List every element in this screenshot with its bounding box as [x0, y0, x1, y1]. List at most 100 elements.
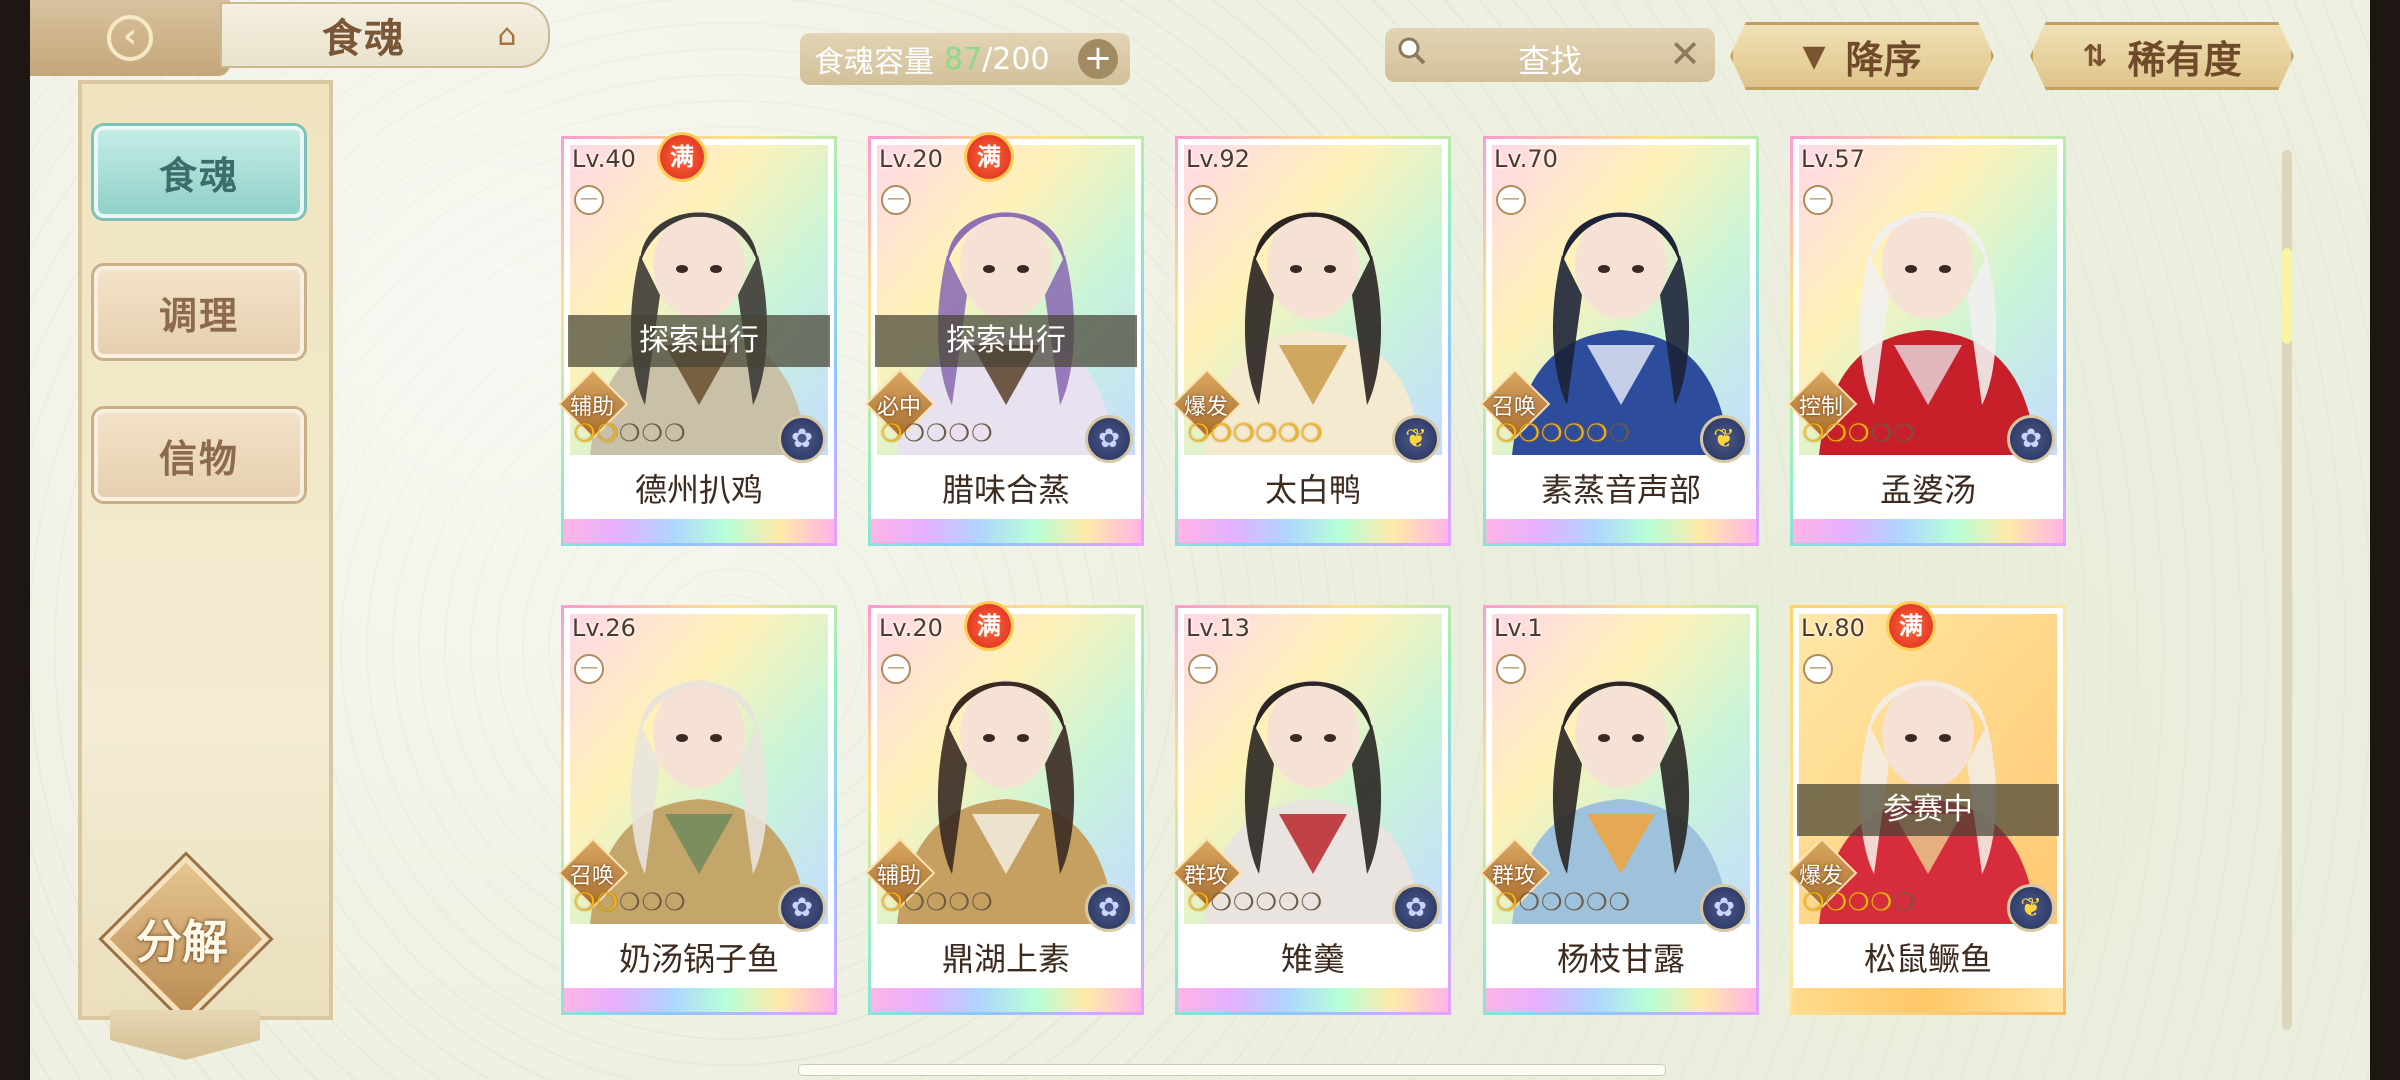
star-flame-icon: ❍ [926, 888, 949, 916]
star-flame-icon: ❍ [1848, 419, 1871, 447]
capacity-max: /200 [982, 41, 1050, 77]
tab-label: 信物 [158, 436, 239, 481]
tab-tokens[interactable]: 信物 [94, 409, 304, 501]
lock-toggle-icon[interactable]: — [1496, 185, 1526, 215]
descending-icon: ▼ [1802, 38, 1826, 74]
sort-key-label: 稀有度 [2127, 37, 2242, 82]
star-flame-icon: ❍ [1188, 888, 1211, 916]
star-flame-icon: ❍ [574, 419, 597, 447]
level-label: Lv.13 [1186, 614, 1250, 642]
star-flame-icon: ❍ [881, 419, 904, 447]
star-flame-icon: ❍ [1541, 419, 1564, 447]
role-label: 爆发 [1183, 395, 1228, 420]
lock-toggle-icon[interactable]: — [574, 654, 604, 684]
status-banner: 参赛中 [1797, 784, 2059, 836]
level-label: Lv.80 [1801, 614, 1865, 642]
search-icon [1398, 37, 1426, 65]
tab-conditioning[interactable]: 调理 [94, 266, 304, 358]
leaf-element-icon: ❦ [1700, 415, 1748, 463]
lock-toggle-icon[interactable]: — [1188, 654, 1218, 684]
lock-toggle-icon[interactable]: — [881, 185, 911, 215]
sort-order-button[interactable]: ▼ 降序 [1730, 22, 1994, 90]
scrollbar-thumb[interactable] [2282, 248, 2292, 344]
flower-element-icon: ✿ [1392, 884, 1440, 932]
food-soul-card[interactable]: Lv.1— 群攻 ❍❍❍❍❍❍ ✿ 杨枝甘露 [1479, 605, 1759, 1015]
star-rating: ❍❍❍❍❍❍ [1188, 419, 1323, 447]
clear-search-icon[interactable]: ✕ [1669, 32, 1701, 76]
star-flame-icon: ❍ [971, 888, 994, 916]
star-flame-icon: ❍ [1278, 419, 1301, 447]
role-label: 辅助 [569, 395, 614, 420]
rarity-strip [871, 519, 1141, 543]
lock-toggle-icon[interactable]: — [1496, 654, 1526, 684]
back-arrow-icon: ‹ [107, 15, 153, 61]
page-title: 食魂 [322, 16, 406, 62]
food-soul-card[interactable]: Lv.57— 控制 ❍❍❍❍❍ ✿ 孟婆汤 [1786, 136, 2066, 546]
star-flame-icon: ❍ [1825, 888, 1849, 916]
level-label: Lv.20 [879, 145, 943, 173]
star-flame-icon: ❍ [1848, 888, 1871, 916]
star-rating: ❍❍❍❍❍ [1803, 888, 1916, 916]
star-flame-icon: ❍ [881, 888, 904, 916]
max-badge: 满 [660, 135, 704, 179]
star-rating: ❍❍❍❍❍ [881, 888, 994, 916]
star-flame-icon: ❍ [1563, 419, 1587, 447]
add-capacity-button[interactable]: + [1078, 39, 1118, 79]
rarity-strip [564, 519, 834, 543]
search-input[interactable]: 查找 ✕ [1385, 28, 1715, 82]
sort-key-button[interactable]: ⇅ 稀有度 [2030, 22, 2294, 90]
food-soul-card[interactable]: Lv.40 满 — 探索出行 辅助 ❍❍❍❍❍ ✿ 德州扒鸡 [557, 135, 837, 546]
food-soul-card[interactable]: Lv.92— 爆发 ❍❍❍❍❍❍ ❦ 太白鸭 [1171, 136, 1451, 546]
tab-food-soul[interactable]: 食魂 [94, 126, 304, 218]
star-rating: ❍❍❍❍❍❍ [1496, 888, 1631, 916]
flower-element-icon: ✿ [778, 415, 826, 463]
max-badge: 满 [967, 604, 1011, 648]
back-button[interactable]: ‹ [30, 0, 230, 76]
star-flame-icon: ❍ [1803, 888, 1826, 916]
decompose-button[interactable]: 分解 [102, 855, 270, 1023]
food-soul-name: 松鼠鳜鱼 [1863, 940, 1992, 978]
star-flame-icon: ❍ [619, 888, 642, 916]
food-soul-card[interactable]: Lv.20 满 — 辅助 ❍❍❍❍❍ ✿ 鼎湖上素 [864, 604, 1144, 1015]
flower-element-icon: ✿ [2007, 415, 2055, 463]
star-flame-icon: ❍ [971, 419, 994, 447]
capacity-label: 食魂容量 [814, 45, 934, 80]
lock-toggle-icon[interactable]: — [574, 185, 604, 215]
food-soul-card[interactable]: Lv.20 满 — 探索出行 必中 ❍❍❍❍❍ ✿ 腊味合蒸 [864, 135, 1144, 546]
star-flame-icon: ❍ [1300, 419, 1324, 447]
star-flame-icon: ❍ [596, 419, 620, 447]
star-flame-icon: ❍ [574, 888, 597, 916]
food-soul-card[interactable]: Lv.13— 群攻 ❍❍❍❍❍❍ ✿ 雉羹 [1171, 605, 1451, 1015]
star-flame-icon: ❍ [1496, 419, 1519, 447]
food-soul-card[interactable]: Lv.26— 召唤 ❍❍❍❍❍ ✿ 奶汤锅子鱼 [557, 605, 837, 1015]
star-flame-icon: ❍ [1825, 419, 1849, 447]
leaf-element-icon: ❦ [1392, 415, 1440, 463]
star-rating: ❍❍❍❍❍ [574, 888, 687, 916]
palace-icon[interactable]: ⌂ [488, 18, 526, 56]
role-label: 群攻 [1491, 864, 1536, 889]
food-soul-name: 素蒸音声部 [1540, 471, 1701, 509]
star-flame-icon: ❍ [1210, 419, 1234, 447]
home-indicator[interactable] [798, 1064, 1666, 1076]
star-flame-icon: ❍ [664, 888, 687, 916]
star-rating: ❍❍❍❍❍❍ [1496, 419, 1631, 447]
food-soul-card[interactable]: Lv.70— 召唤 ❍❍❍❍❍❍ ❦ 素蒸音声部 [1479, 136, 1759, 546]
level-label: Lv.40 [572, 145, 636, 173]
lock-toggle-icon[interactable]: — [1803, 185, 1833, 215]
star-flame-icon: ❍ [1233, 419, 1256, 447]
star-rating: ❍❍❍❍❍ [1803, 419, 1916, 447]
rarity-strip [1793, 519, 2063, 543]
lock-toggle-icon[interactable]: — [1188, 185, 1218, 215]
lock-toggle-icon[interactable]: — [881, 654, 911, 684]
star-flame-icon: ❍ [1586, 419, 1609, 447]
tab-label: 食魂 [158, 153, 239, 198]
flower-element-icon: ✿ [778, 884, 826, 932]
sort-order-label: 降序 [1845, 37, 1922, 82]
star-flame-icon: ❍ [1586, 888, 1609, 916]
status-banner: 探索出行 [568, 315, 830, 367]
grid-scrollbar[interactable] [2282, 150, 2292, 1030]
food-soul-name: 孟婆汤 [1879, 471, 1976, 509]
star-flame-icon: ❍ [1563, 888, 1587, 916]
food-soul-card[interactable]: Lv.80 满 — 参赛中 爆发 ❍❍❍❍❍ ❦ 松鼠鳜鱼 [1786, 604, 2066, 1015]
lock-toggle-icon[interactable]: — [1803, 654, 1833, 684]
